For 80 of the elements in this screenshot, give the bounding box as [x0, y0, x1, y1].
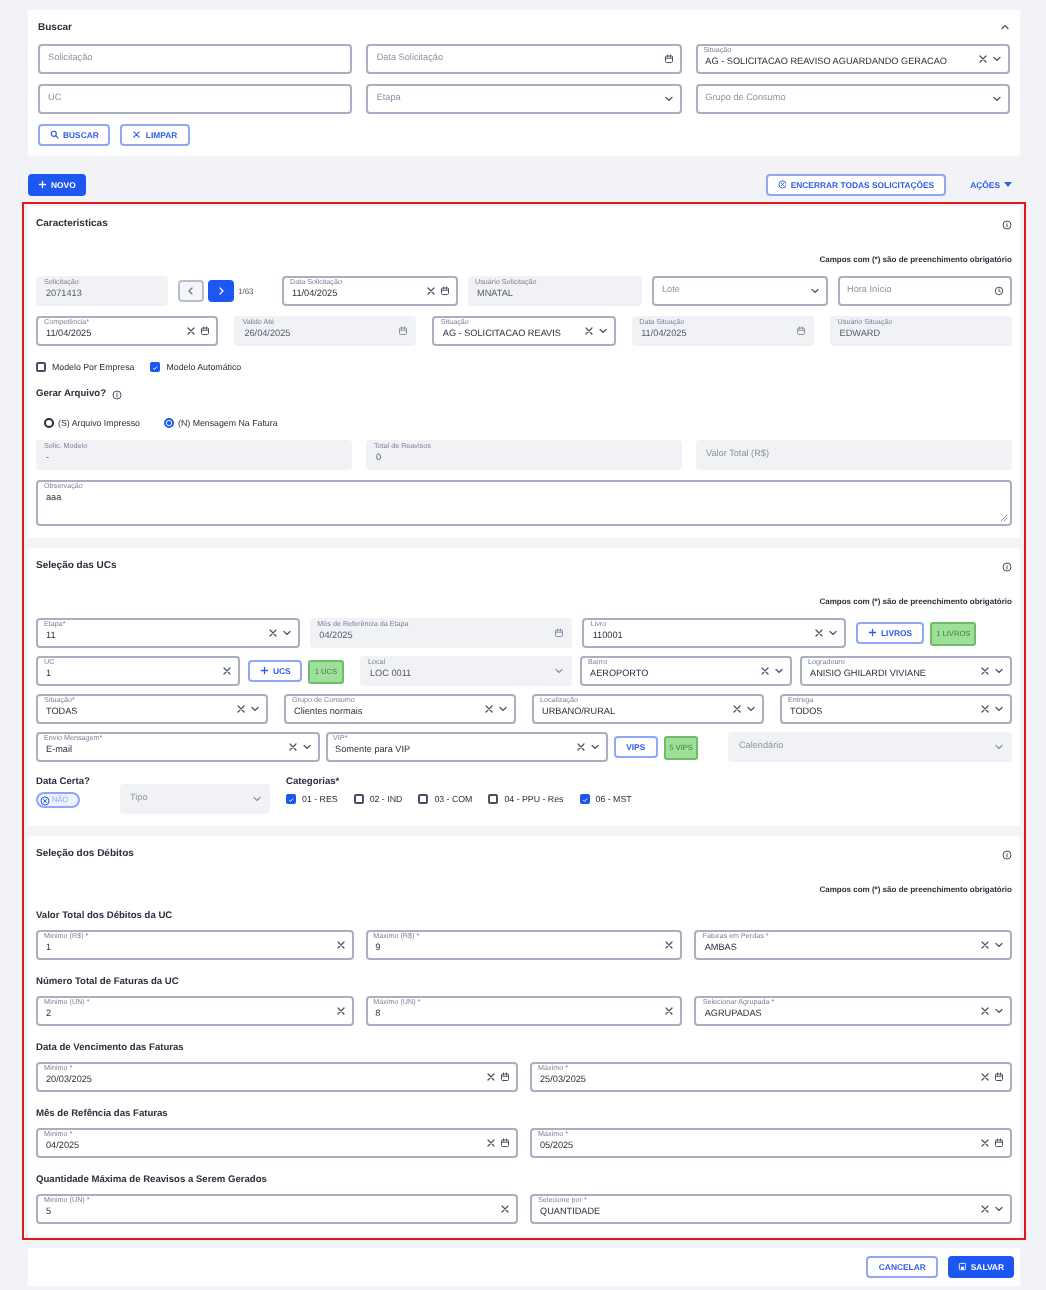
clear-icon[interactable] — [664, 1006, 675, 1016]
checkbox[interactable] — [418, 794, 429, 804]
clock-icon[interactable] — [994, 286, 1004, 296]
plus-icon — [38, 180, 47, 190]
clear-icon[interactable] — [500, 1204, 510, 1214]
clear-icon[interactable] — [980, 1006, 990, 1016]
chevron-down-icon[interactable] — [994, 1006, 1004, 1016]
resize-handle-icon[interactable] — [1000, 514, 1008, 522]
chevron-down-icon[interactable] — [994, 940, 1004, 950]
chevron-up-icon[interactable] — [1000, 22, 1010, 32]
info-icon — [1002, 219, 1012, 229]
close-circle-icon — [777, 180, 787, 190]
plus-icon — [260, 666, 269, 676]
clear-icon[interactable] — [980, 940, 990, 950]
clear-icon[interactable] — [335, 1006, 346, 1016]
clear-icon[interactable] — [814, 628, 824, 638]
clear-icon[interactable] — [980, 1072, 990, 1082]
chevron-down-icon[interactable] — [590, 742, 601, 752]
calendar-icon[interactable] — [663, 54, 674, 64]
close-icon — [132, 130, 142, 140]
chevron-down-icon[interactable] — [498, 704, 508, 714]
calendar-icon[interactable] — [994, 1072, 1004, 1082]
info-icon — [1002, 561, 1012, 571]
chevron-down-icon[interactable] — [774, 666, 784, 676]
chevron-down-icon[interactable] — [663, 94, 674, 104]
checkbox[interactable] — [488, 794, 499, 804]
calendar-icon[interactable] — [439, 286, 449, 296]
clear-icon[interactable] — [267, 628, 278, 638]
clear-icon[interactable] — [222, 666, 232, 676]
clear-icon[interactable] — [576, 742, 587, 752]
clear-icon[interactable] — [664, 940, 675, 950]
clear-icon[interactable] — [486, 1138, 496, 1148]
clear-icon[interactable] — [583, 326, 594, 336]
chevron-down-icon[interactable] — [746, 704, 756, 714]
checkbox[interactable] — [353, 794, 364, 804]
save-icon — [957, 1262, 967, 1272]
chevron-down-icon[interactable] — [991, 54, 1002, 64]
chevron-right-icon — [216, 286, 226, 296]
plus-icon — [868, 628, 877, 638]
radio-button[interactable] — [44, 418, 54, 428]
checkbox[interactable] — [286, 794, 296, 804]
clear-icon[interactable] — [236, 704, 246, 714]
clear-icon[interactable] — [760, 666, 770, 676]
chevron-down-icon[interactable] — [281, 628, 292, 638]
chevron-down-icon[interactable] — [828, 628, 838, 638]
clear-icon[interactable] — [287, 742, 298, 752]
chevron-down-icon[interactable] — [597, 326, 608, 336]
clear-icon[interactable] — [335, 940, 346, 950]
info-icon — [112, 390, 123, 400]
chevron-down-icon[interactable] — [994, 1204, 1004, 1214]
chevron-down-icon[interactable] — [301, 742, 312, 752]
caret-icon — [1004, 182, 1012, 188]
search-icon — [50, 130, 59, 140]
radio-button[interactable] — [164, 418, 174, 428]
calendar-icon[interactable] — [200, 326, 211, 336]
clear-icon[interactable] — [486, 1072, 496, 1082]
close-circle-icon — [40, 795, 50, 805]
chevron-down-icon[interactable] — [994, 666, 1004, 676]
calendar-icon[interactable] — [994, 1138, 1004, 1148]
calendar-icon[interactable] — [500, 1072, 510, 1082]
checkbox[interactable] — [36, 362, 46, 372]
clear-icon[interactable] — [980, 1138, 990, 1148]
clear-icon[interactable] — [425, 286, 435, 296]
chevron-left-icon — [186, 286, 196, 296]
checkbox[interactable] — [150, 362, 161, 372]
clear-icon[interactable] — [980, 704, 990, 714]
chevron-down-icon[interactable] — [994, 704, 1004, 714]
chevron-down-icon[interactable] — [809, 286, 819, 296]
calendar-icon[interactable] — [500, 1138, 510, 1148]
clear-icon[interactable] — [977, 54, 988, 64]
clear-icon[interactable] — [484, 704, 494, 714]
clear-icon[interactable] — [732, 704, 742, 714]
clear-icon[interactable] — [980, 1204, 990, 1214]
clear-icon[interactable] — [980, 666, 990, 676]
chevron-down-icon[interactable] — [250, 704, 260, 714]
info-icon — [1002, 849, 1012, 859]
chevron-down-icon[interactable] — [991, 94, 1002, 104]
clear-icon[interactable] — [186, 326, 197, 336]
checkbox[interactable] — [579, 794, 590, 804]
next-button[interactable] — [208, 280, 234, 302]
